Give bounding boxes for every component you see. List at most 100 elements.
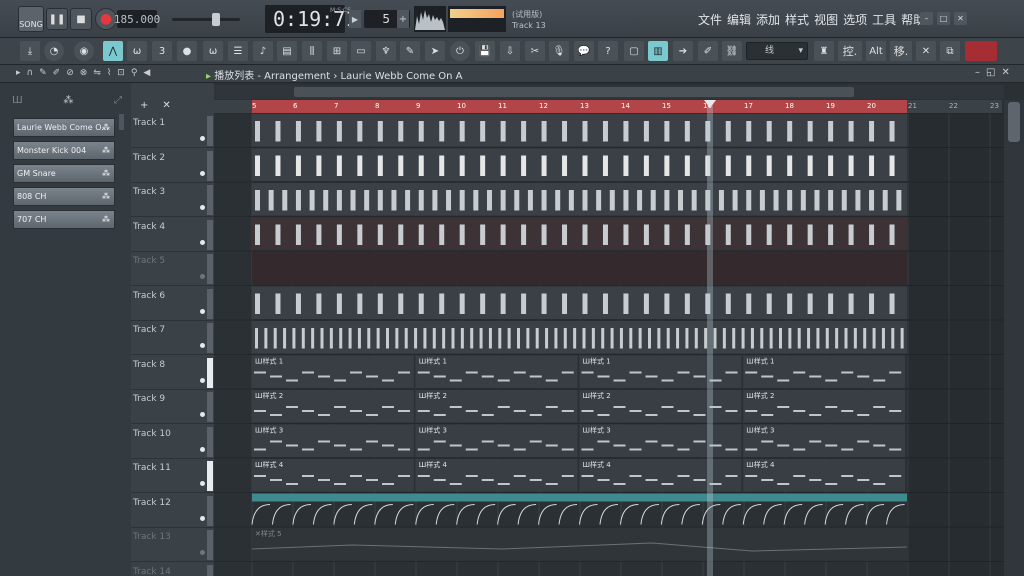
track-mute-led[interactable] xyxy=(200,481,205,486)
maximize-button[interactable]: □ xyxy=(937,12,950,25)
playlist-icon[interactable]: ☰ xyxy=(228,41,248,61)
download-icon[interactable]: ⤓ xyxy=(20,41,40,61)
save-icon[interactable]: 💾 xyxy=(475,41,495,61)
channel-item[interactable]: 707 CH ⁂ xyxy=(13,210,115,229)
send-icon[interactable]: ➤ xyxy=(425,41,445,61)
minimize-icon[interactable]: – xyxy=(975,67,980,78)
track-mute-led[interactable] xyxy=(200,274,205,279)
track-volume-bar[interactable] xyxy=(207,185,213,215)
playhead[interactable] xyxy=(707,100,713,576)
arrow-right-icon[interactable]: ▸ xyxy=(16,68,21,78)
close-icon[interactable]: ✕ xyxy=(162,100,170,111)
audio-tab-icon[interactable]: ⁂ xyxy=(63,95,73,113)
track-volume-bar[interactable] xyxy=(207,116,213,146)
song-mode-button[interactable]: SONG xyxy=(18,6,44,32)
menu-patterns[interactable]: 样式 xyxy=(785,11,809,28)
pattern-tab-icon[interactable]: Ш xyxy=(12,95,23,113)
copy-icon[interactable]: ⧉ xyxy=(940,41,960,61)
zoom-icon[interactable]: ⚲ xyxy=(131,68,138,78)
slip-icon[interactable]: ⇋ xyxy=(93,68,101,78)
track-header[interactable]: Track 11 xyxy=(131,459,214,493)
picker-scrollbar[interactable] xyxy=(119,114,124,130)
playhead-marker[interactable] xyxy=(704,100,716,108)
plugin-picker-icon[interactable]: ⊞ xyxy=(327,41,347,61)
track-header[interactable]: Track 12 xyxy=(131,494,214,528)
channel-item[interactable]: 808 CH ⁂ xyxy=(13,187,115,206)
mixer-icon[interactable]: ⫼ xyxy=(302,41,322,61)
knob-icon[interactable]: ◉ xyxy=(74,41,94,61)
track-header[interactable]: Track 13 xyxy=(131,528,214,562)
mute-icon[interactable]: ⊗ xyxy=(80,68,88,78)
channel-item[interactable]: Laurie Webb Come O... ⁂ xyxy=(13,118,115,137)
track-mute-led[interactable] xyxy=(200,170,205,176)
track-mute-led[interactable] xyxy=(200,550,205,555)
metronome-icon[interactable]: ◔ xyxy=(44,41,64,61)
track-header[interactable]: Track 3 xyxy=(131,183,214,217)
snap-select[interactable]: 线 ▾ xyxy=(746,42,808,60)
record-status-button[interactable] xyxy=(965,41,997,61)
track-mute-led[interactable] xyxy=(200,377,205,383)
countdown-icon[interactable]: ω xyxy=(127,41,147,61)
track-volume-bar[interactable] xyxy=(207,426,213,457)
track-header[interactable]: Track 6 xyxy=(131,287,214,321)
menu-file[interactable]: 文件 xyxy=(698,11,722,28)
add-track-icon[interactable]: + xyxy=(140,100,148,111)
track-volume-bar[interactable] xyxy=(207,150,213,181)
browser-icon[interactable]: ▭ xyxy=(351,41,371,61)
speaker-icon[interactable]: ◀ xyxy=(143,68,150,78)
channel-item[interactable]: Monster Kick 004 ⁂ xyxy=(13,141,115,160)
delete-icon[interactable]: ⊘ xyxy=(66,68,74,78)
track-volume-bar[interactable] xyxy=(207,392,213,422)
render-icon[interactable]: ⇩ xyxy=(500,41,520,61)
slice-icon[interactable]: ⌇ xyxy=(107,68,111,78)
alt-button[interactable]: Alt xyxy=(866,41,886,61)
arrow-right-icon[interactable]: ➔ xyxy=(673,41,693,61)
blend-icon[interactable]: 3 xyxy=(152,41,172,61)
stop-button[interactable]: ■ xyxy=(70,8,92,30)
step-increment[interactable]: + xyxy=(397,10,409,28)
track-header[interactable]: Track 2 xyxy=(131,149,214,183)
scroll-thumb[interactable] xyxy=(294,87,854,97)
channel-item[interactable]: GM Snare ⁂ xyxy=(13,164,115,183)
track-header[interactable]: Track 8 xyxy=(131,356,214,390)
window-icon[interactable]: ▢ xyxy=(624,41,644,61)
track-volume-bar[interactable] xyxy=(207,219,213,250)
track-volume-bar[interactable] xyxy=(207,495,213,526)
automation-tab-icon[interactable]: ⤢ xyxy=(114,95,122,113)
track-volume-bar[interactable] xyxy=(207,461,213,491)
track-header[interactable]: Track 9 xyxy=(131,390,214,424)
paint-icon[interactable]: ✐ xyxy=(53,68,61,78)
pencil-icon[interactable]: ✐ xyxy=(698,41,718,61)
track-mute-led[interactable] xyxy=(200,136,205,141)
track-header[interactable]: Track 14 xyxy=(131,563,214,576)
play-pause-button[interactable]: ❚❚ xyxy=(46,8,68,30)
keyboard-icon[interactable]: ▥ xyxy=(648,41,668,61)
track-header[interactable]: Track 4 xyxy=(131,218,214,252)
step-decrement[interactable]: ▶ xyxy=(349,10,361,28)
menu-tools[interactable]: 工具 xyxy=(872,11,896,28)
menu-options[interactable]: 选项 xyxy=(843,11,867,28)
typing-keyboard-button[interactable]: 控. xyxy=(838,41,862,61)
close-tool-icon[interactable]: ✕ xyxy=(916,41,936,61)
track-volume-bar[interactable] xyxy=(207,254,213,284)
track-volume-bar[interactable] xyxy=(207,564,213,576)
track-mute-led[interactable] xyxy=(200,205,205,210)
chat-icon[interactable]: 💬 xyxy=(574,41,594,61)
track-volume-bar[interactable] xyxy=(207,530,213,560)
wait-input-icon[interactable]: ⋀ xyxy=(103,41,123,61)
tempo-display[interactable]: 185.000 xyxy=(114,10,160,28)
horizontal-scrollbar[interactable] xyxy=(214,85,1004,99)
loop-record-icon[interactable]: ● xyxy=(177,41,197,61)
playlist-grid[interactable]: Ш样式 1 Ш样式 1 Ш样式 1 Ш样式 1 Ш样式 2 Ш样式 2 Ш样式 2 Ш样式 2… xyxy=(214,112,1004,576)
track-volume-bar[interactable] xyxy=(207,288,213,319)
menu-add[interactable]: 添加 xyxy=(756,11,780,28)
close-button[interactable]: ✕ xyxy=(954,12,967,25)
minimize-button[interactable]: – xyxy=(920,12,933,25)
track-mute-led[interactable] xyxy=(200,446,205,452)
pencil-icon[interactable]: ✎ xyxy=(39,68,47,78)
track-header[interactable]: Track 10 xyxy=(131,425,214,459)
select-icon[interactable]: ⊡ xyxy=(117,68,125,78)
microphone-icon[interactable]: 🎙 xyxy=(549,41,569,61)
track-header[interactable]: Track 1 xyxy=(131,114,214,148)
brush-icon[interactable]: ✎ xyxy=(400,41,420,61)
